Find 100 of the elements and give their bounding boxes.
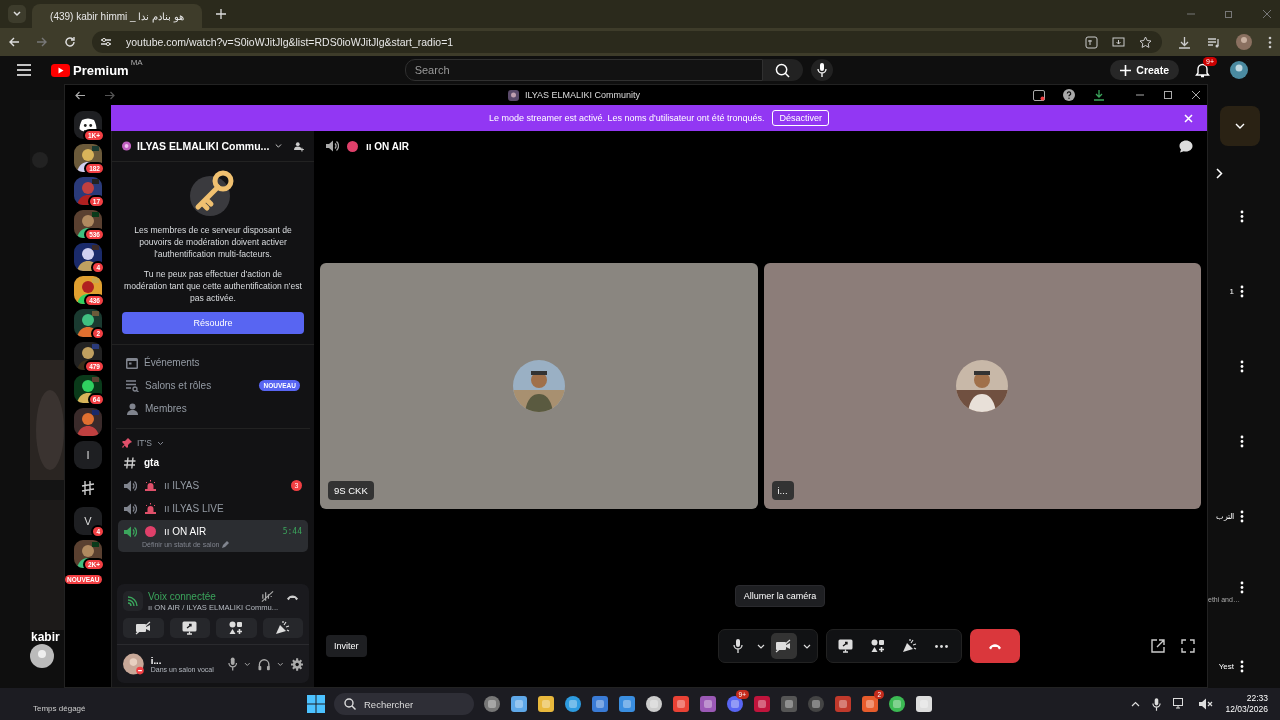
more-icon[interactable]	[1240, 660, 1244, 673]
app-icon[interactable]	[834, 695, 852, 713]
media-icon[interactable]	[1207, 35, 1220, 49]
search-field[interactable]: Rechercher	[334, 693, 474, 715]
browser-tab[interactable]: (439) kabir himmi _ هو بنادم ندا	[32, 4, 202, 28]
download-icon[interactable]	[1093, 89, 1105, 101]
forward-icon[interactable]	[104, 90, 115, 100]
resolve-button[interactable]: Résoudre	[122, 312, 304, 334]
clock-date[interactable]: 12/03/2026	[1225, 704, 1268, 715]
address-bar[interactable]: youtube.com/watch?v=S0ioWJitJlg&list=RDS0ioWJitJlg&start_radio=1	[92, 31, 1162, 53]
headphones-icon[interactable]	[257, 657, 271, 671]
weather-text[interactable]: Temps dégagé	[33, 704, 86, 713]
more-icon[interactable]	[1240, 580, 1244, 594]
menu-item[interactable]: Événements	[126, 351, 300, 374]
menu-icon[interactable]	[17, 64, 31, 76]
party-popper-icon[interactable]	[275, 621, 291, 635]
microphone-icon[interactable]	[816, 63, 827, 77]
start-icon[interactable]	[307, 695, 325, 713]
restore-icon[interactable]	[1224, 9, 1234, 19]
avatar-icon[interactable]	[1236, 34, 1252, 50]
activities-button[interactable]	[216, 618, 257, 638]
screen-share-icon[interactable]	[182, 621, 198, 635]
more-icon[interactable]	[1240, 285, 1244, 298]
app-icon[interactable]	[645, 695, 663, 713]
channel-item[interactable]: gta	[118, 451, 308, 474]
party-popper-icon[interactable]	[902, 639, 918, 653]
hashtag-icon[interactable]	[81, 480, 95, 496]
more-icon[interactable]	[1240, 360, 1244, 373]
app-icon[interactable]	[726, 695, 744, 713]
hang-up-icon[interactable]	[286, 592, 299, 601]
camera-off-icon[interactable]	[135, 621, 152, 635]
more-icon[interactable]	[1240, 510, 1244, 523]
chevron-down-icon[interactable]	[275, 143, 283, 149]
app-icon[interactable]	[672, 695, 690, 713]
avatar-icon[interactable]	[1230, 61, 1248, 79]
server-button[interactable]: I	[74, 441, 102, 469]
app-icon[interactable]	[591, 695, 609, 713]
site-settings-icon[interactable]	[100, 36, 112, 48]
chevron-down-icon[interactable]	[12, 9, 22, 19]
avatar-icon[interactable]	[123, 653, 144, 675]
server-name[interactable]: ILYAS ELMALIKI Commu...	[137, 140, 270, 152]
microphone-icon[interactable]	[1152, 697, 1162, 711]
app-icon[interactable]	[888, 695, 906, 713]
reload-icon[interactable]	[64, 36, 76, 48]
channel-item[interactable]: ıı ILYAS LIVE	[118, 497, 308, 520]
microphone-icon[interactable]	[227, 657, 238, 671]
chevron-up-icon[interactable]	[1131, 701, 1141, 707]
help-icon[interactable]	[1063, 89, 1075, 101]
camera-off-icon[interactable]	[775, 639, 793, 653]
category-name[interactable]: IT'S	[137, 438, 152, 448]
speaker-muted-icon[interactable]	[1199, 698, 1214, 710]
hang-up-button[interactable]	[969, 629, 1020, 663]
search-field[interactable]: Search	[405, 60, 762, 80]
user-name[interactable]: i...	[150, 655, 214, 666]
app-icon[interactable]	[618, 695, 636, 713]
more-icon[interactable]	[1240, 435, 1244, 448]
invite-button[interactable]: Inviter	[326, 635, 367, 657]
pencil-icon[interactable]	[222, 541, 230, 548]
app-icon[interactable]	[861, 695, 879, 713]
add-member-icon[interactable]	[294, 139, 304, 153]
forward-icon[interactable]	[36, 36, 48, 48]
app-icon[interactable]	[915, 695, 933, 713]
search-button[interactable]	[762, 59, 803, 81]
more-icon[interactable]	[1240, 210, 1244, 223]
star-icon[interactable]	[1139, 35, 1152, 49]
shapes-icon[interactable]	[870, 639, 885, 653]
camera-button[interactable]	[123, 618, 164, 638]
microphone-icon[interactable]	[732, 639, 743, 653]
voice-search-button[interactable]	[810, 59, 833, 81]
more-icon[interactable]	[935, 644, 949, 648]
video-tile[interactable]: 9S CKK	[320, 263, 758, 509]
create-button[interactable]: Create	[1110, 60, 1179, 80]
screen-share-button[interactable]	[169, 618, 210, 638]
chevron-right-icon[interactable]	[1216, 168, 1223, 179]
screen-share-icon[interactable]	[838, 639, 854, 653]
soundboard-button[interactable]	[262, 618, 303, 638]
clock-time[interactable]: 22:33	[1246, 693, 1268, 704]
new-tab-icon[interactable]	[216, 9, 226, 19]
shapes-icon[interactable]	[229, 621, 244, 635]
close-icon[interactable]	[1191, 90, 1201, 100]
noise-suppression-icon[interactable]	[261, 590, 274, 603]
tab-list-button[interactable]	[8, 5, 26, 23]
app-icon[interactable]	[510, 695, 528, 713]
app-icon[interactable]	[537, 695, 555, 713]
back-icon[interactable]	[75, 90, 86, 100]
fullscreen-icon[interactable]	[1181, 639, 1195, 653]
app-icon[interactable]	[564, 695, 582, 713]
search-icon[interactable]	[344, 698, 356, 710]
menu-icon[interactable]	[1268, 35, 1272, 49]
bell-icon[interactable]	[1195, 62, 1210, 78]
app-icon[interactable]	[699, 695, 717, 713]
plus-icon[interactable]	[1120, 64, 1132, 76]
settings-icon[interactable]	[290, 657, 303, 671]
translate-icon[interactable]	[1085, 35, 1098, 49]
video-tile[interactable]: i...	[763, 263, 1201, 509]
download-icon[interactable]	[1178, 35, 1191, 49]
app-icon[interactable]	[483, 695, 501, 713]
disable-button[interactable]: Désactiver	[772, 110, 829, 126]
controller-icon[interactable]	[79, 118, 97, 132]
maximize-icon[interactable]	[1163, 90, 1173, 100]
